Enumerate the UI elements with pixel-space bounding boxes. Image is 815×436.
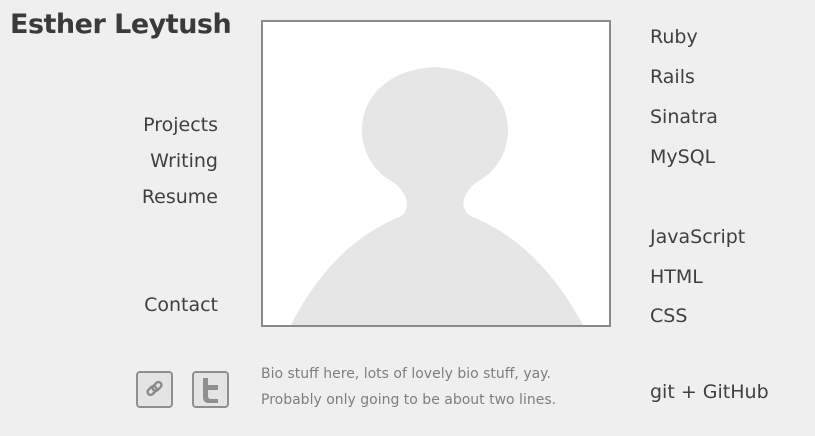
bio-line: Probably only going to be about two line… — [261, 392, 557, 408]
profile-photo-placeholder — [261, 20, 611, 327]
person-silhouette-icon — [291, 67, 583, 325]
skill-item: MySQL — [650, 146, 716, 168]
skill-item: CSS — [650, 305, 688, 327]
skill-item: Rails — [650, 66, 695, 88]
skill-item: JavaScript — [650, 226, 746, 248]
bio-line: Bio stuff here, lots of lovely bio stuff… — [261, 366, 551, 382]
nav-resume-link[interactable]: Resume — [142, 186, 218, 208]
nav-writing-link[interactable]: Writing — [150, 150, 218, 172]
skill-item: HTML — [650, 266, 703, 288]
twitter-button[interactable] — [192, 371, 229, 408]
link-icon — [146, 380, 163, 397]
twitter-icon — [203, 378, 218, 403]
link-button[interactable] — [136, 371, 173, 408]
nav-contact-link[interactable]: Contact — [144, 294, 218, 316]
skill-item: Sinatra — [650, 106, 718, 128]
site-title: Esther Leytush — [10, 9, 232, 40]
skill-item: Ruby — [650, 26, 698, 48]
nav-projects-link[interactable]: Projects — [143, 114, 218, 136]
skill-item: git + GitHub — [650, 381, 769, 403]
bio-text: Bio stuff here, lots of lovely bio stuff… — [261, 361, 556, 413]
